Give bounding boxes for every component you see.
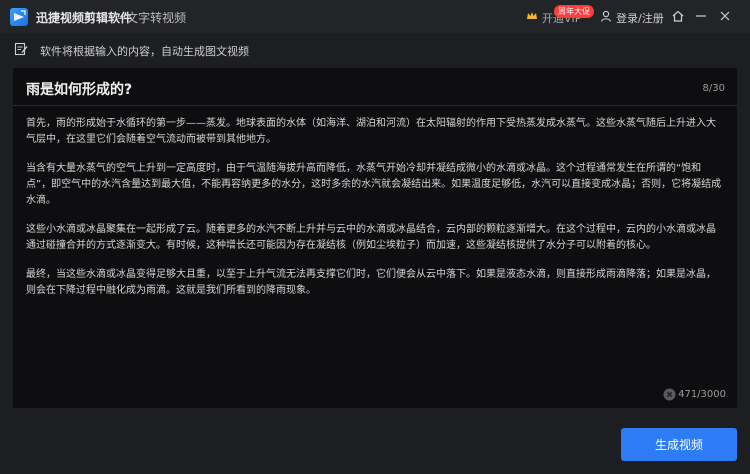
title-char-count: 8/30 [702,83,725,94]
home-icon[interactable] [670,8,686,24]
minimize-icon[interactable] [693,8,709,24]
text-editor[interactable]: 雨是如何形成的? 8/30 首先，雨的形成始于水循环的第一步——蒸发。地球表面的… [13,68,737,408]
hint-text: 软件将根据输入的内容，自动生成图文视频 [40,45,249,58]
paragraph: 当含有大量水蒸气的空气上升到一定高度时，由于气温随海拔升高而降低，水蒸气开始冷却… [26,163,722,206]
login-register-link[interactable]: 登录/注册 [616,10,664,26]
title-bar: 迅捷视频剪辑软件 - 文字转视频 开通VIP 周年大促 登录/注册 [0,0,750,33]
content-textarea[interactable]: 首先，雨的形成始于水循环的第一步——蒸发。地球表面的水体（如海洋、湖泊和河流）在… [26,116,724,312]
promo-badge: 周年大促 [554,5,594,18]
crown-icon[interactable] [526,10,538,22]
close-icon[interactable] [717,8,733,24]
user-icon[interactable] [600,10,612,22]
edit-note-icon [14,42,28,56]
paragraph: 最终，当这些水滴或冰晶变得足够大且重，以至于上升气流无法再支撑它们时，它们便会从… [26,269,716,296]
app-logo-icon [10,8,28,26]
clear-text-icon[interactable] [663,388,676,401]
body-char-count: 471/3000 [678,389,726,400]
paragraph: 首先，雨的形成始于水循环的第一步——蒸发。地球表面的水体（如海洋、湖泊和河流）在… [26,118,716,145]
generate-video-button[interactable]: 生成视频 [621,428,737,461]
title-input[interactable]: 雨是如何形成的? [26,79,132,99]
paragraph: 这些小水滴或冰晶聚集在一起形成了云。随着更多的水汽不断上升并与云中的水滴或冰晶结… [26,224,716,251]
divider [13,105,737,106]
window-subtitle: - 文字转视频 [118,11,187,25]
